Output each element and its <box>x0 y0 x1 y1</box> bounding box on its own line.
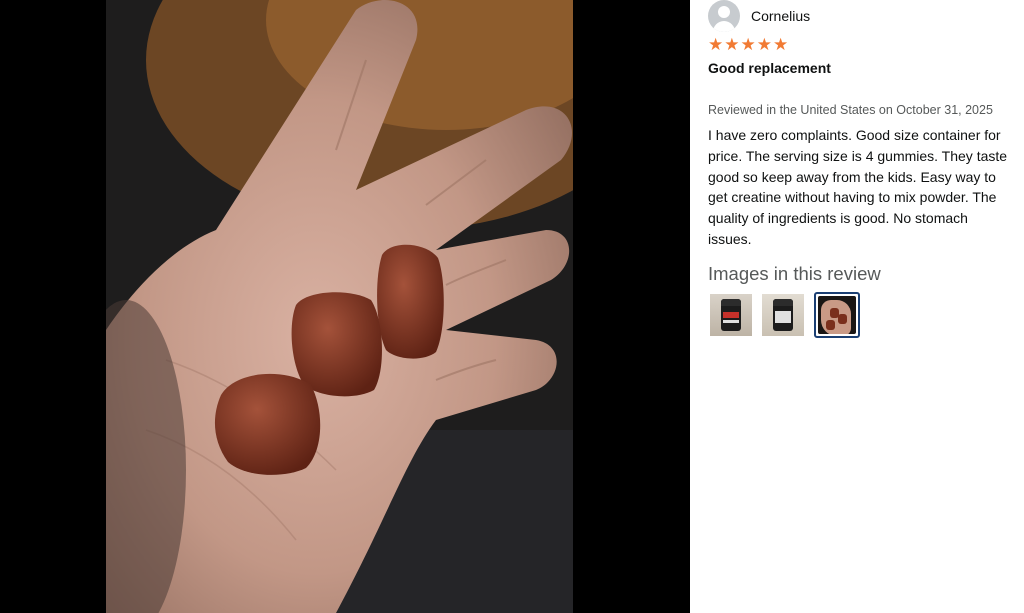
jar-icon <box>721 299 741 331</box>
star-icon: ★ <box>756 35 772 55</box>
thumbnail-image <box>818 296 856 334</box>
images-heading: Images in this review <box>708 263 881 284</box>
jar-label-shape <box>775 311 791 323</box>
avatar[interactable] <box>708 0 740 32</box>
jar-lid-shape <box>721 299 741 306</box>
thumbnail-product-jar-front[interactable] <box>710 294 752 336</box>
review-body: I have zero complaints. Good size contai… <box>708 127 1008 247</box>
star-icon: ★ <box>724 35 740 55</box>
photo-gummies-in-hand <box>106 0 573 613</box>
author-name[interactable]: Cornelius <box>751 8 810 24</box>
review-photo <box>106 0 573 613</box>
jar-icon <box>773 299 793 331</box>
image-thumbnails <box>710 292 860 338</box>
review-panel: Cornelius ★ ★ ★ ★ ★ Good replacement Rev… <box>690 0 1024 613</box>
star-icon: ★ <box>740 35 756 55</box>
thumbnail-product-jar-back[interactable] <box>762 294 804 336</box>
star-rating: ★ ★ ★ ★ ★ <box>708 37 788 54</box>
thumbnail-gummies-in-hand[interactable] <box>814 292 860 338</box>
image-viewer <box>0 0 690 613</box>
review-meta: Reviewed in the United States on October… <box>708 103 993 117</box>
star-icon: ★ <box>773 35 789 55</box>
jar-label-shape <box>723 312 739 318</box>
thumbnail-image <box>762 294 804 336</box>
avatar-body-shape <box>713 20 735 32</box>
star-icon: ★ <box>708 35 724 55</box>
jar-lid-shape <box>773 299 793 306</box>
gummy-shape <box>826 320 835 330</box>
review-author[interactable]: Cornelius <box>708 0 810 32</box>
review-title: Good replacement <box>708 60 831 76</box>
avatar-head-shape <box>718 5 730 18</box>
thumbnail-image <box>710 294 752 336</box>
jar-label-stripe-shape <box>723 320 739 323</box>
gummy-shape <box>838 314 847 324</box>
